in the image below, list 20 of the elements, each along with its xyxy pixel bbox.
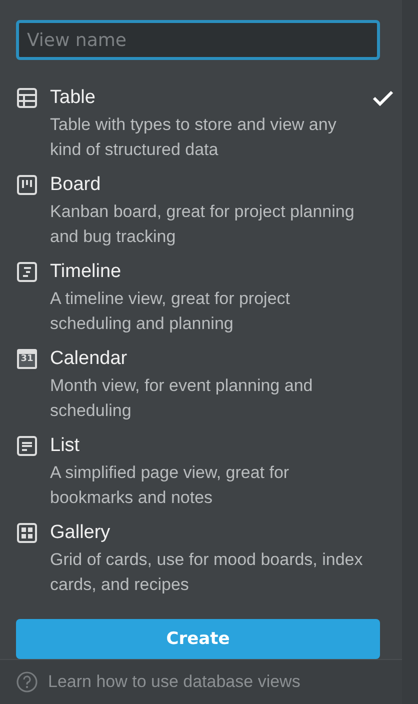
view-description: Table with types to store and view any kind of structured data — [50, 114, 338, 161]
view-description: Kanban board, great for project planning and bug tracking — [50, 201, 356, 248]
gallery-view-icon — [16, 522, 38, 544]
help-icon — [16, 671, 38, 693]
view-name-field[interactable]: View name — [16, 20, 380, 60]
view-title[interactable]: Board — [50, 172, 372, 198]
calendar-view-icon: 31 — [16, 348, 38, 370]
view-title[interactable]: Timeline — [50, 259, 372, 285]
view-title[interactable]: List — [50, 433, 372, 459]
view-description: Month view, for event planning and scheduling — [50, 375, 314, 422]
timeline-view-icon — [16, 261, 38, 283]
board-view-icon — [16, 174, 38, 196]
view-description: Grid of cards, use for mood boards, index cards, and recipes — [50, 549, 364, 596]
view-description: A simplified page view, great for bookmarks and notes — [50, 462, 290, 509]
list-view-icon — [16, 435, 38, 457]
table-view-icon — [16, 87, 38, 109]
view-title[interactable]: Gallery — [50, 520, 372, 546]
view-description: A timeline view, great for project scheduling and planning — [50, 288, 292, 335]
view-title[interactable]: Calendar — [50, 346, 372, 372]
view-title[interactable]: Table — [50, 85, 372, 111]
